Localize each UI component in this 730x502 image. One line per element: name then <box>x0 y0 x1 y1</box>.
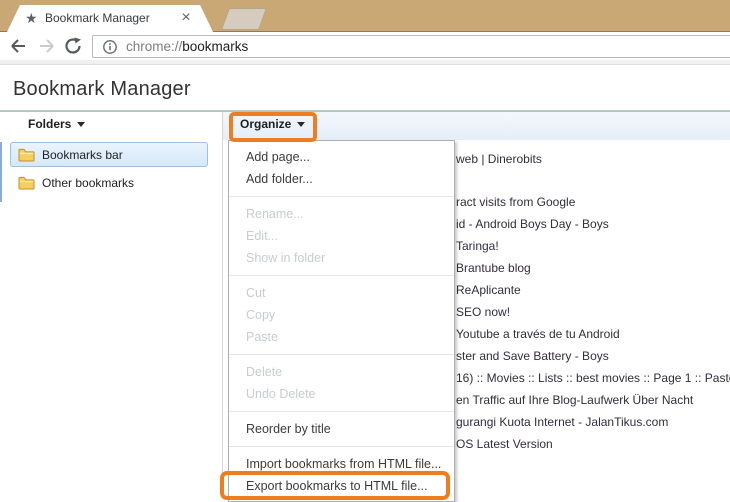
menu-item-label: Paste <box>246 330 278 344</box>
back-button[interactable] <box>9 37 27 55</box>
url-scheme: chrome:// <box>126 39 182 54</box>
folders-dropdown-label: Folders <box>28 117 71 131</box>
star-icon: ★ <box>25 10 38 26</box>
bookmark-item[interactable]: Taringa! <box>456 237 499 255</box>
folders-dropdown[interactable]: Folders <box>28 117 85 131</box>
menu-item-label: Add folder... <box>246 172 313 186</box>
menu-item-label: Undo Delete <box>246 387 316 401</box>
bookmark-item[interactable]: ReAplicante <box>456 281 521 299</box>
bookmark-item[interactable]: ster and Save Battery - Boys <box>456 347 609 365</box>
address-bar[interactable]: chrome://bookmarks <box>92 35 730 58</box>
menu-item-add-folder[interactable]: Add folder... <box>229 168 454 190</box>
menu-item-add-page[interactable]: Add page... <box>229 146 454 168</box>
menu-item-show-in-folder[interactable]: Show in folder <box>229 247 454 269</box>
bookmark-item[interactable]: ract visits from Google <box>456 193 575 211</box>
organize-menu: Add page... Add folder... Rename... Edit… <box>228 140 455 502</box>
toolbar-bottom-strip <box>0 60 730 65</box>
chevron-down-icon <box>77 122 85 127</box>
folder-item-other-bookmarks[interactable]: Other bookmarks <box>10 170 208 195</box>
menu-separator <box>229 411 454 412</box>
folders-focus-edge <box>0 142 2 202</box>
bookmark-item[interactable]: Brantube blog <box>456 259 531 277</box>
menu-item-label: Copy <box>246 308 275 322</box>
pane-divider <box>222 112 223 478</box>
menu-item-copy[interactable]: Copy <box>229 304 454 326</box>
toolbar: chrome://bookmarks <box>0 32 730 60</box>
menu-item-undo-delete[interactable]: Undo Delete <box>229 383 454 405</box>
forward-button[interactable] <box>38 37 56 55</box>
menu-item-edit[interactable]: Edit... <box>229 225 454 247</box>
menu-item-paste[interactable]: Paste <box>229 326 454 348</box>
menu-separator <box>229 275 454 276</box>
menu-item-label: Import bookmarks from HTML file... <box>246 457 441 471</box>
bookmark-item[interactable]: SEO now! <box>456 303 510 321</box>
menu-item-delete[interactable]: Delete <box>229 361 454 383</box>
chevron-down-icon <box>297 122 305 127</box>
menu-separator <box>229 196 454 197</box>
bookmark-item[interactable]: OS Latest Version <box>456 435 553 453</box>
new-tab-button[interactable] <box>221 8 267 30</box>
page-title: Bookmark Manager <box>13 78 191 101</box>
menu-item-reorder-by-title[interactable]: Reorder by title <box>229 418 454 440</box>
folder-item-bookmarks-bar[interactable]: Bookmarks bar <box>10 142 208 167</box>
organize-dropdown[interactable]: Organize <box>240 117 305 131</box>
menu-item-label: Show in folder <box>246 251 325 265</box>
folder-label: Other bookmarks <box>42 176 134 190</box>
menu-item-export-bookmarks[interactable]: Export bookmarks to HTML file... <box>229 475 454 497</box>
close-icon[interactable]: × <box>177 9 195 27</box>
folder-icon <box>18 176 35 190</box>
browser-window: ★ Bookmark Manager × <box>0 0 730 478</box>
tab-strip: ★ Bookmark Manager × <box>0 0 730 32</box>
url-text: chrome://bookmarks <box>126 39 248 54</box>
menu-item-rename[interactable]: Rename... <box>229 203 454 225</box>
menu-item-label: Export bookmarks to HTML file... <box>246 479 428 493</box>
bookmark-item[interactable]: id - Android Boys Day - Boys <box>456 215 609 233</box>
menu-separator <box>229 446 454 447</box>
menu-item-label: Delete <box>246 365 282 379</box>
menu-item-cut[interactable]: Cut <box>229 282 454 304</box>
browser-tab[interactable]: ★ Bookmark Manager × <box>7 5 213 32</box>
organize-dropdown-label: Organize <box>240 117 291 131</box>
bookmark-item[interactable]: Youtube a través de tu Android <box>456 325 620 343</box>
back-arrow-icon <box>9 37 27 55</box>
bookmark-item[interactable]: web | Dinerobits <box>456 150 542 168</box>
refresh-button[interactable] <box>64 37 82 55</box>
forward-arrow-icon <box>38 37 56 55</box>
bookmark-item[interactable]: gurangi Kuota Internet - JalanTikus.com <box>456 413 668 431</box>
info-icon[interactable] <box>102 39 118 55</box>
menu-item-label: Edit... <box>246 229 278 243</box>
refresh-icon <box>64 37 82 55</box>
menu-separator <box>229 354 454 355</box>
url-host: bookmarks <box>182 39 248 54</box>
tab-title: Bookmark Manager <box>45 11 150 25</box>
folder-label: Bookmarks bar <box>42 148 123 162</box>
menu-item-label: Rename... <box>246 207 304 221</box>
menu-item-label: Cut <box>246 286 265 300</box>
menu-item-label: Reorder by title <box>246 422 331 436</box>
menu-item-label: Add page... <box>246 150 310 164</box>
menu-item-import-bookmarks[interactable]: Import bookmarks from HTML file... <box>229 453 454 475</box>
folder-icon <box>18 148 35 162</box>
bookmark-item[interactable]: en Traffic auf Ihre Blog-Laufwerk Über N… <box>456 391 693 409</box>
bookmark-item[interactable]: 16) :: Movies :: Lists :: best movies ::… <box>456 369 730 387</box>
